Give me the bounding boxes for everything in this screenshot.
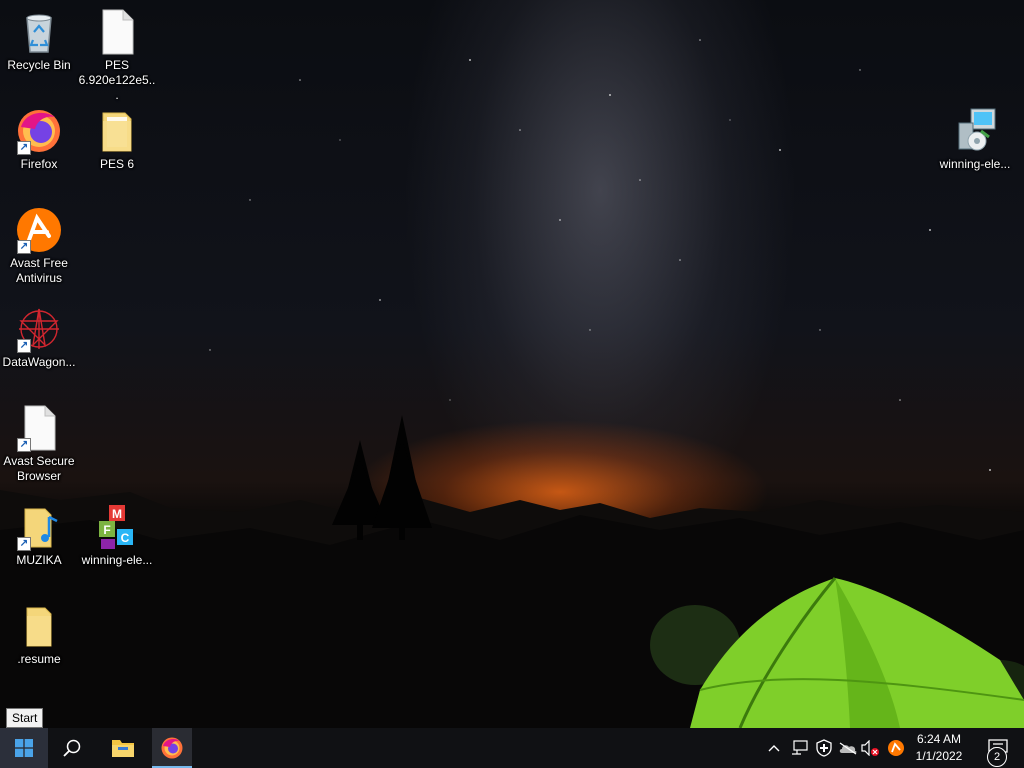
desktop-icon-avast-browser[interactable]: ↗ Avast Secure Browser xyxy=(0,404,78,484)
desktop-icon-label: MUZIKA xyxy=(16,553,62,567)
search-button[interactable] xyxy=(48,728,96,768)
shortcut-arrow-icon: ↗ xyxy=(17,141,31,155)
desktop-icon-recycle-bin[interactable]: Recycle Bin xyxy=(0,8,78,73)
desktop-icon-label: PES 6.920e122e5... xyxy=(78,58,156,102)
shortcut-arrow-icon: ↗ xyxy=(17,537,31,551)
defender-tray-button[interactable] xyxy=(812,728,836,768)
desktop-icon-winning-eleven-archive[interactable]: MFC winning-ele... xyxy=(78,503,156,568)
svg-text:F: F xyxy=(103,523,110,537)
shortcut-arrow-icon: ↗ xyxy=(17,438,31,452)
desktop-background: Recycle Bin PES 6.920e122e5... ↗ Firefox… xyxy=(0,0,1024,728)
svg-text:M: M xyxy=(112,507,122,521)
notification-count-badge: 2 xyxy=(987,747,1007,767)
recycle-bin-icon xyxy=(15,8,63,56)
shortcut-arrow-icon: ↗ xyxy=(17,339,31,353)
installer-icon xyxy=(951,107,999,155)
winrar-archive-icon: MFC xyxy=(93,503,141,551)
file-explorer-button[interactable] xyxy=(99,728,147,768)
firefox-taskbar-button[interactable] xyxy=(152,728,192,768)
shortcut-arrow-icon: ↗ xyxy=(17,240,31,254)
defender-icon xyxy=(816,739,832,757)
desktop-icon-label: Avast Free Antivirus xyxy=(10,256,68,285)
network-tray-button[interactable] xyxy=(788,728,812,768)
chevron-up-icon xyxy=(768,745,780,752)
file-explorer-icon xyxy=(112,740,134,757)
music-folder-icon: ↗ xyxy=(15,503,63,551)
start-icon xyxy=(15,739,33,757)
avast-tray-icon xyxy=(888,740,904,756)
taskbar-clock[interactable]: 6:24 AM 1/1/2022 xyxy=(908,731,970,765)
desktop-icon-label: Firefox xyxy=(20,157,58,171)
start-tooltip: Start xyxy=(6,708,44,728)
datawagon-icon: ↗ xyxy=(15,305,63,353)
network-icon xyxy=(792,740,808,755)
file-icon: ↗ xyxy=(15,404,63,452)
volume-muted-icon xyxy=(861,740,879,756)
desktop-icon-firefox[interactable]: ↗ Firefox xyxy=(0,107,78,172)
desktop-icon-pes-file[interactable]: PES 6.920e122e5... xyxy=(78,8,156,103)
desktop-icon-label: winning-ele... xyxy=(939,157,1011,171)
folder-icon xyxy=(93,107,141,155)
clock-time: 6:24 AM xyxy=(916,732,962,746)
desktop-icon-avast-antivirus[interactable]: ↗ Avast Free Antivirus xyxy=(0,206,78,286)
avast-tray-button[interactable] xyxy=(884,728,908,768)
show-hidden-icons-button[interactable] xyxy=(764,728,784,768)
taskbar: 6:24 AM 1/1/2022 xyxy=(0,728,1024,768)
firefox-icon xyxy=(161,737,183,759)
desktop-icon-datawagon[interactable]: ↗ DataWagon... xyxy=(0,305,78,370)
desktop-icon-pes6-folder[interactable]: PES 6 xyxy=(78,107,156,172)
onedrive-tray-button[interactable] xyxy=(836,728,860,768)
desktop-icon-winning-eleven-installer[interactable]: winning-ele... xyxy=(936,107,1014,172)
firefox-icon: ↗ xyxy=(15,107,63,155)
desktop-icon-resume-folder[interactable]: .resume xyxy=(0,602,78,667)
desktop-icon-muzika[interactable]: ↗ MUZIKA xyxy=(0,503,78,568)
desktop-icon-label: winning-ele... xyxy=(81,553,153,567)
search-icon xyxy=(63,739,81,757)
volume-tray-button[interactable] xyxy=(858,728,882,768)
file-icon xyxy=(93,8,141,56)
desktop-icon-label: .resume xyxy=(17,652,61,666)
svg-text:C: C xyxy=(121,531,130,545)
start-button[interactable] xyxy=(0,728,48,768)
desktop-icon-label: PES 6 xyxy=(99,157,135,171)
clock-date: 1/1/2022 xyxy=(915,749,963,763)
desktop-icon-label: DataWagon... xyxy=(2,355,76,369)
folder-icon xyxy=(15,602,63,650)
avast-icon: ↗ xyxy=(15,206,63,254)
desktop-icon-label: Recycle Bin xyxy=(7,58,71,72)
desktop-icon-label: Avast Secure Browser xyxy=(3,454,75,483)
onedrive-offline-icon xyxy=(839,742,857,755)
